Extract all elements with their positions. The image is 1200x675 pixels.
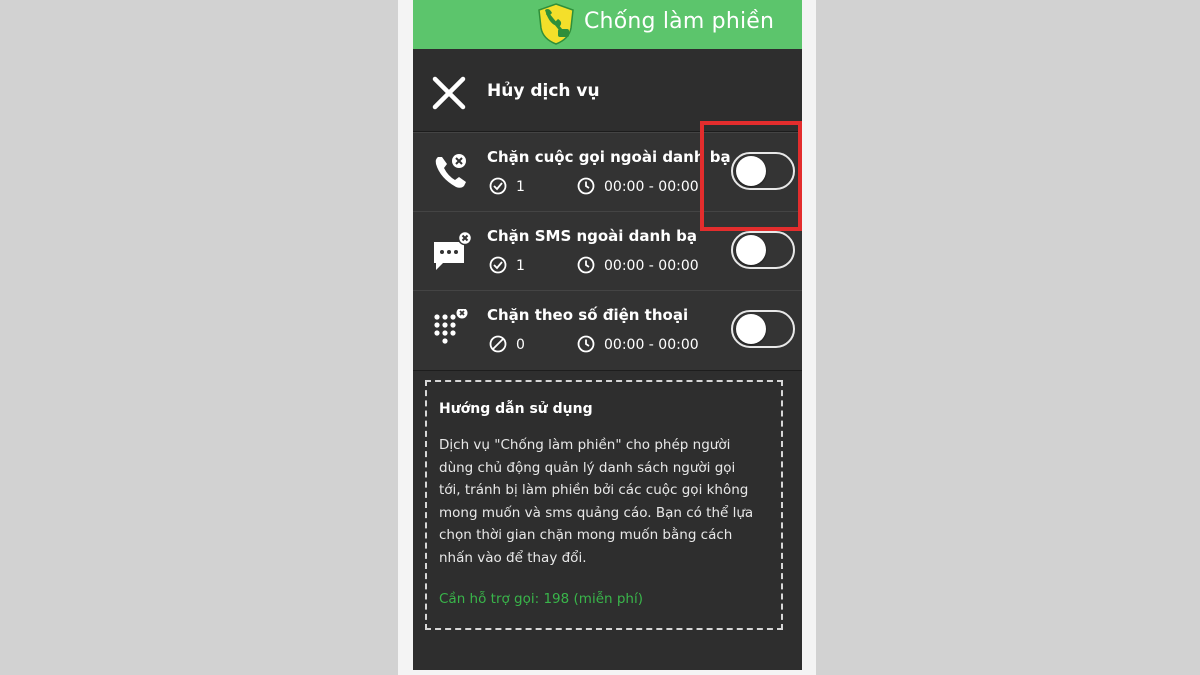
app-header: Chống làm phiền bbox=[413, 0, 802, 49]
highlight-box bbox=[700, 121, 802, 231]
service-row-block-number[interactable]: Chặn theo số điện thoại 0 00:00 - 00:00 bbox=[413, 290, 802, 371]
guide-line: chọn thời gian chặn mong muốn bằng cách bbox=[439, 527, 733, 543]
support-hotline[interactable]: Cần hỗ trợ gọi: 198 (miễn phí) bbox=[439, 591, 643, 607]
guide-line: mong muốn và sms quảng cáo. Bạn có thể l… bbox=[439, 504, 754, 521]
clock-icon bbox=[577, 335, 595, 353]
guide-line: Dịch vụ "Chống làm phiền" cho phép người bbox=[439, 437, 731, 453]
block-time-value[interactable]: 00:00 - 00:00 bbox=[604, 337, 699, 353]
toggle-block-sms[interactable] bbox=[731, 231, 795, 269]
blocked-count-value: 1 bbox=[516, 179, 525, 195]
blocked-count: 0 bbox=[489, 335, 525, 353]
blocked-count: 1 bbox=[489, 177, 525, 195]
toggle-block-number[interactable] bbox=[731, 310, 795, 348]
block-time-value[interactable]: 00:00 - 00:00 bbox=[604, 258, 699, 274]
clock-icon bbox=[577, 256, 595, 274]
guide-text: Dịch vụ "Chống làm phiền" cho phép người… bbox=[439, 434, 779, 569]
clock-icon bbox=[577, 177, 595, 195]
guide-title: Hướng dẫn sử dụng bbox=[439, 401, 593, 417]
block-time[interactable]: 00:00 - 00:00 bbox=[577, 335, 699, 353]
blocked-count-value: 1 bbox=[516, 258, 525, 274]
guide-line: tới, tránh bị làm phiền bởi các cuộc gọi… bbox=[439, 482, 749, 498]
service-title: Chặn SMS ngoài danh bạ bbox=[487, 227, 697, 245]
blocked-count: 1 bbox=[489, 256, 525, 274]
toggle-knob bbox=[736, 235, 766, 265]
phone-screen: Chống làm phiền Hủy dịch vụ Chặn cuộc gọ… bbox=[413, 0, 802, 670]
service-title: Chặn cuộc gọi ngoài danh bạ bbox=[487, 148, 731, 166]
dialpad-blocked-icon bbox=[434, 309, 468, 344]
app-title: Chống làm phiền bbox=[584, 9, 775, 34]
service-title: Chặn theo số điện thoại bbox=[487, 306, 689, 324]
phone-blocked-icon bbox=[435, 154, 466, 188]
block-time[interactable]: 00:00 - 00:00 bbox=[577, 177, 699, 195]
cancel-service-label[interactable]: Hủy dịch vụ bbox=[487, 81, 600, 101]
check-circle-icon bbox=[489, 256, 507, 274]
blocked-count-value: 0 bbox=[516, 337, 525, 353]
blocked-circle-icon bbox=[489, 335, 507, 353]
usage-guide-box: Hướng dẫn sử dụng Dịch vụ "Chống làm phi… bbox=[425, 380, 783, 630]
close-icon[interactable] bbox=[432, 76, 466, 110]
block-time-value[interactable]: 00:00 - 00:00 bbox=[604, 179, 699, 195]
guide-line: nhấn vào để thay đổi. bbox=[439, 549, 587, 566]
sms-blocked-icon bbox=[434, 230, 473, 270]
toggle-knob bbox=[736, 314, 766, 344]
block-time[interactable]: 00:00 - 00:00 bbox=[577, 256, 699, 274]
guide-line: dùng chủ động quản lý danh sách người gọ… bbox=[439, 459, 736, 476]
check-circle-icon bbox=[489, 177, 507, 195]
shield-logo-icon bbox=[538, 3, 574, 45]
cancel-service-row[interactable]: Hủy dịch vụ bbox=[413, 49, 802, 132]
